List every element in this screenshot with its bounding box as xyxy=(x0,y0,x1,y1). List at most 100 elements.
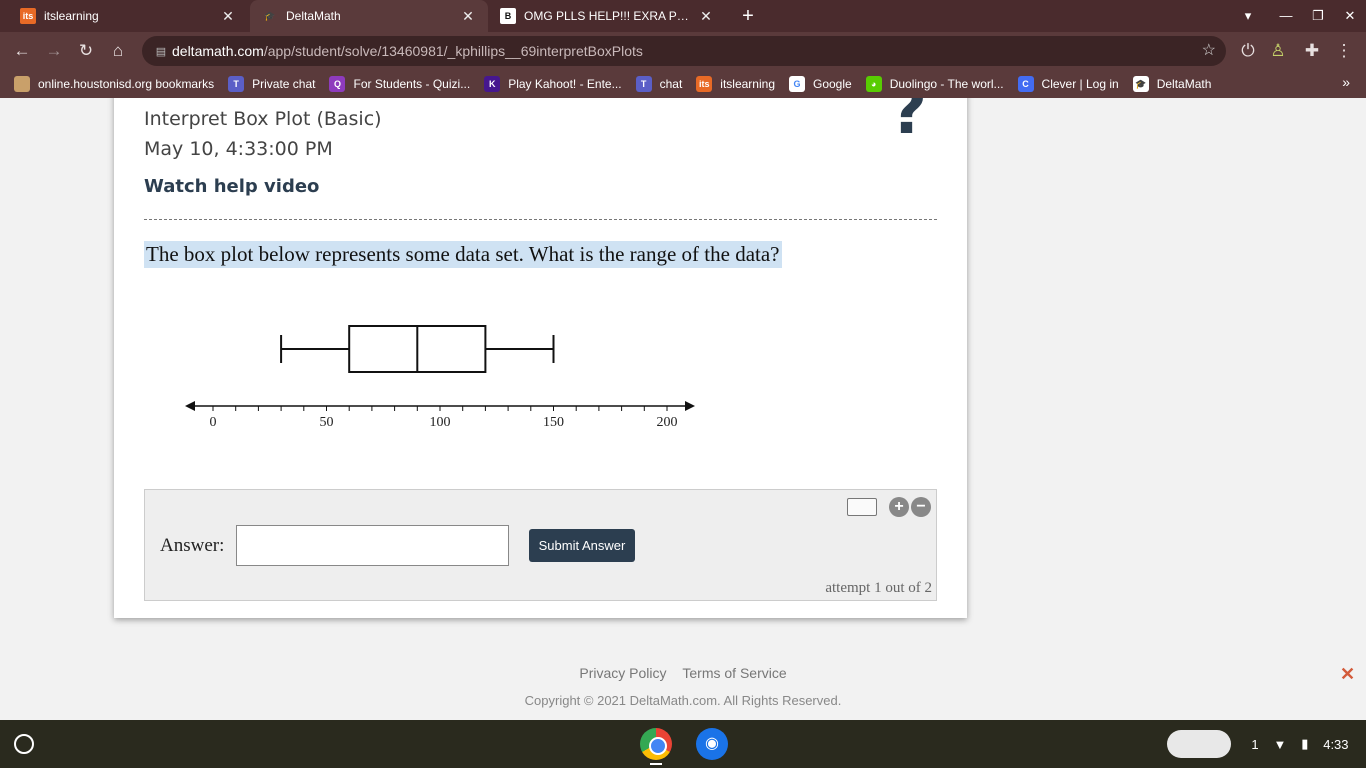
address-bar[interactable]: ▤ deltamath.com/app/student/solve/134609… xyxy=(142,36,1226,66)
help-question-icon[interactable]: ? xyxy=(890,98,927,144)
launcher-icon[interactable] xyxy=(14,734,34,754)
close-tab-icon[interactable]: ✕ xyxy=(698,8,714,25)
site-info-icon[interactable]: ▤ xyxy=(150,45,172,58)
answer-label: Answer: xyxy=(160,535,225,556)
divider xyxy=(144,219,937,220)
bookmark-label: For Students - Quizi... xyxy=(353,77,471,91)
camera-app-icon[interactable]: ◉ xyxy=(696,728,728,760)
axis-right-arrow xyxy=(685,401,695,411)
tab-search-icon[interactable]: ▾ xyxy=(1236,0,1260,32)
zoom-in-icon[interactable]: + xyxy=(889,497,909,517)
terms-of-service-link[interactable]: Terms of Service xyxy=(682,665,786,681)
box-plot: 0 50 100 150 200 xyxy=(185,325,695,430)
deltamath-icon: 🎓 xyxy=(1132,76,1149,92)
privacy-policy-link[interactable]: Privacy Policy xyxy=(579,665,666,681)
teams-icon: T xyxy=(228,76,245,92)
tab-title: itslearning xyxy=(44,9,99,23)
menu-kebab-icon[interactable]: ⋮ xyxy=(1332,39,1356,63)
problem-date: May 10, 4:33:00 PM xyxy=(144,138,333,160)
active-app-indicator xyxy=(650,763,662,765)
answer-input[interactable] xyxy=(236,525,509,566)
google-icon: G xyxy=(789,76,805,92)
attempt-counter: attempt 1 out of 2 xyxy=(825,580,932,596)
bookmark-item[interactable]: T chat xyxy=(635,76,683,92)
problem-title: Interpret Box Plot (Basic) xyxy=(144,108,382,130)
bookmark-item[interactable]: ◕ Duolingo - The worl... xyxy=(865,76,1004,92)
tab-itslearning[interactable]: its itslearning ✕ xyxy=(8,0,248,32)
bookmark-item[interactable]: K Play Kahoot! - Ente... xyxy=(484,76,622,92)
bookmark-item[interactable]: its itslearning xyxy=(696,76,775,92)
bookmark-label: DeltaMath xyxy=(1156,77,1212,91)
bookmark-item[interactable]: G Google xyxy=(789,76,852,92)
bookmark-label: itslearning xyxy=(720,77,775,91)
brainly-favicon-icon: B xyxy=(500,8,516,24)
bookmark-label: Duolingo - The worl... xyxy=(889,77,1004,91)
submit-answer-button[interactable]: Submit Answer xyxy=(529,529,635,562)
tab-title: OMG PLLS HELP!!! EXRA POINTS xyxy=(524,9,698,23)
deltamath-favicon-icon: 🎓 xyxy=(264,10,276,21)
copyright-text: Copyright © 2021 DeltaMath.com. All Righ… xyxy=(524,693,842,708)
bookmark-label: Clever | Log in xyxy=(1041,77,1119,91)
clever-icon: C xyxy=(1017,76,1034,92)
bookmark-item[interactable]: online.houstonisd.org bookmarks xyxy=(14,76,214,92)
tab-deltamath[interactable]: 🎓 DeltaMath ✕ xyxy=(250,0,488,32)
browser-toolbar: ← → ↻ ⌂ ▤ deltamath.com/app/student/solv… xyxy=(0,32,1366,70)
restore-icon[interactable]: ❐ xyxy=(1306,0,1330,32)
minimize-icon[interactable]: — xyxy=(1274,0,1298,32)
bookmark-item[interactable]: 🎓 DeltaMath xyxy=(1132,76,1212,92)
zoom-out-icon[interactable]: − xyxy=(911,497,931,517)
bookmarks-bar: online.houstonisd.org bookmarks T Privat… xyxy=(0,70,1366,98)
problem-card: Interpret Box Plot (Basic) May 10, 4:33:… xyxy=(114,98,967,618)
tab-brainly[interactable]: B OMG PLLS HELP!!! EXRA POINTS ✕ xyxy=(488,0,726,32)
axis-tick-label: 150 xyxy=(543,415,564,430)
bookmark-label: chat xyxy=(659,77,683,91)
watch-help-video-link[interactable]: Watch help video xyxy=(144,176,319,197)
bookmark-item[interactable]: C Clever | Log in xyxy=(1017,76,1119,92)
quizizz-icon: Q xyxy=(329,76,346,92)
keyboard-icon[interactable] xyxy=(847,498,877,516)
extensions-puzzle-icon[interactable]: ✚ xyxy=(1300,39,1324,63)
clock: 4:33 xyxy=(1323,736,1349,752)
forward-icon[interactable]: → xyxy=(42,39,66,63)
system-shelf: ◉ 1 ▼ ▮ 4:33 xyxy=(0,720,1366,768)
question-text: The box plot below represents some data … xyxy=(144,241,782,268)
chrome-app-icon[interactable] xyxy=(640,728,672,760)
back-icon[interactable]: ← xyxy=(10,39,34,63)
bookmark-label: Play Kahoot! - Ente... xyxy=(508,77,622,91)
its-icon: its xyxy=(696,76,713,92)
status-tray[interactable]: 1 ▼ ▮ 4:33 xyxy=(1244,730,1356,758)
axis-tick-label: 100 xyxy=(430,415,451,430)
close-tab-icon[interactable]: ✕ xyxy=(460,8,476,25)
footer-links: Privacy Policy Terms of Service xyxy=(0,665,1366,681)
close-tab-icon[interactable]: ✕ xyxy=(220,8,236,25)
duolingo-icon: ◕ xyxy=(865,76,882,92)
tab-title: DeltaMath xyxy=(286,9,341,23)
battery-icon: ▮ xyxy=(1301,736,1309,751)
bookmark-star-icon[interactable]: ☆ xyxy=(1202,40,1216,60)
close-icon[interactable]: ✕ xyxy=(1340,664,1355,685)
axis-tick-label: 200 xyxy=(657,415,678,430)
answer-panel: + − Answer: Submit Answer attempt 1 out … xyxy=(144,489,937,601)
url-host: deltamath.com xyxy=(172,43,264,59)
kahoot-icon: K xyxy=(484,76,501,92)
page-content: Interpret Box Plot (Basic) May 10, 4:33:… xyxy=(0,98,1366,720)
reload-icon[interactable]: ↻ xyxy=(74,39,98,63)
window-previews[interactable] xyxy=(1167,730,1231,758)
axis-tick-label: 0 xyxy=(210,415,217,430)
tab-strip: its itslearning ✕ 🎓 DeltaMath ✕ B OMG PL… xyxy=(0,0,1366,32)
url-path: /app/student/solve/13460981/_kphillips__… xyxy=(263,43,643,59)
home-icon[interactable]: ⌂ xyxy=(106,39,130,63)
bookmark-item[interactable]: Q For Students - Quizi... xyxy=(329,76,470,92)
bookmark-label: Google xyxy=(813,77,852,91)
power-icon[interactable]: ⏻ xyxy=(1236,39,1260,63)
folder-icon xyxy=(14,76,30,92)
extension-badge-icon[interactable]: ♙ xyxy=(1266,39,1290,63)
axis-tick-label: 50 xyxy=(320,415,334,430)
wifi-icon: ▼ xyxy=(1273,736,1287,752)
bookmark-label: online.houstonisd.org bookmarks xyxy=(38,77,215,91)
bookmark-item[interactable]: T Private chat xyxy=(228,76,315,92)
bookmark-label: Private chat xyxy=(252,77,316,91)
close-window-icon[interactable]: ✕ xyxy=(1338,0,1362,32)
more-bookmarks-icon[interactable]: » xyxy=(1342,74,1350,90)
new-tab-icon[interactable]: + xyxy=(738,4,758,28)
